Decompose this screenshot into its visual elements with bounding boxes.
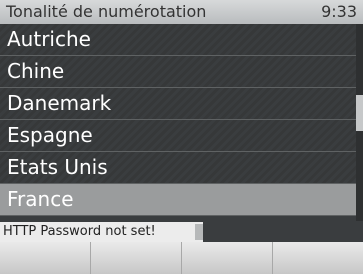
list-item-espagne[interactable]: Espagne — [0, 120, 356, 152]
scrollbar-thumb[interactable] — [356, 95, 363, 131]
title-bar: Tonalité de numérotation 9:33 — [0, 0, 363, 24]
softkey-2[interactable] — [91, 242, 182, 274]
country-list: Autriche Chine Danemark Espagne Etats Un… — [0, 24, 356, 221]
clock: 9:33 — [321, 2, 357, 21]
list-item-etats-unis[interactable]: Etats Unis — [0, 152, 356, 184]
softkey-bar — [0, 242, 363, 274]
list-item-france[interactable]: France — [0, 184, 356, 216]
list-item-danemark[interactable]: Danemark — [0, 88, 356, 120]
status-indicator — [195, 224, 203, 240]
status-bar: HTTP Password not set! — [0, 222, 203, 242]
status-message: HTTP Password not set! — [3, 224, 156, 239]
list-item-chine[interactable]: Chine — [0, 56, 356, 88]
scrollbar[interactable] — [356, 24, 363, 221]
list-item-autriche[interactable]: Autriche — [0, 24, 356, 56]
softkey-4[interactable] — [273, 242, 363, 274]
screen-title: Tonalité de numérotation — [6, 2, 207, 21]
softkey-1[interactable] — [0, 242, 91, 274]
softkey-3[interactable] — [182, 242, 273, 274]
